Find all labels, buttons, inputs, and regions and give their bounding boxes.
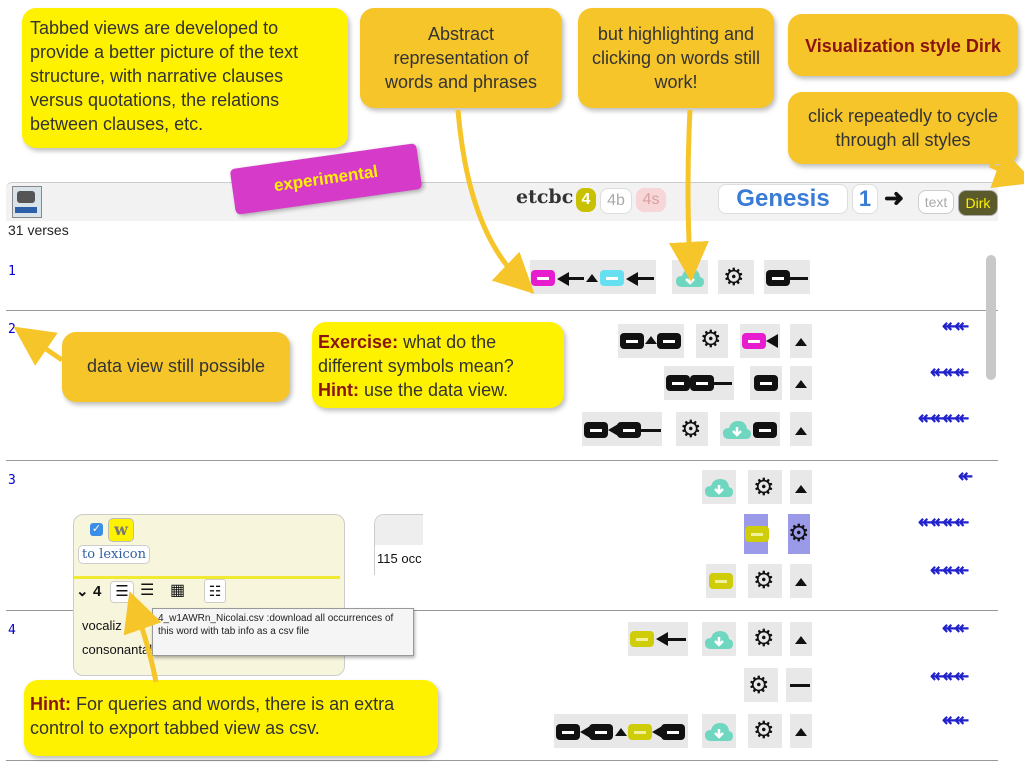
annotation-arrows (13, 109, 1024, 683)
